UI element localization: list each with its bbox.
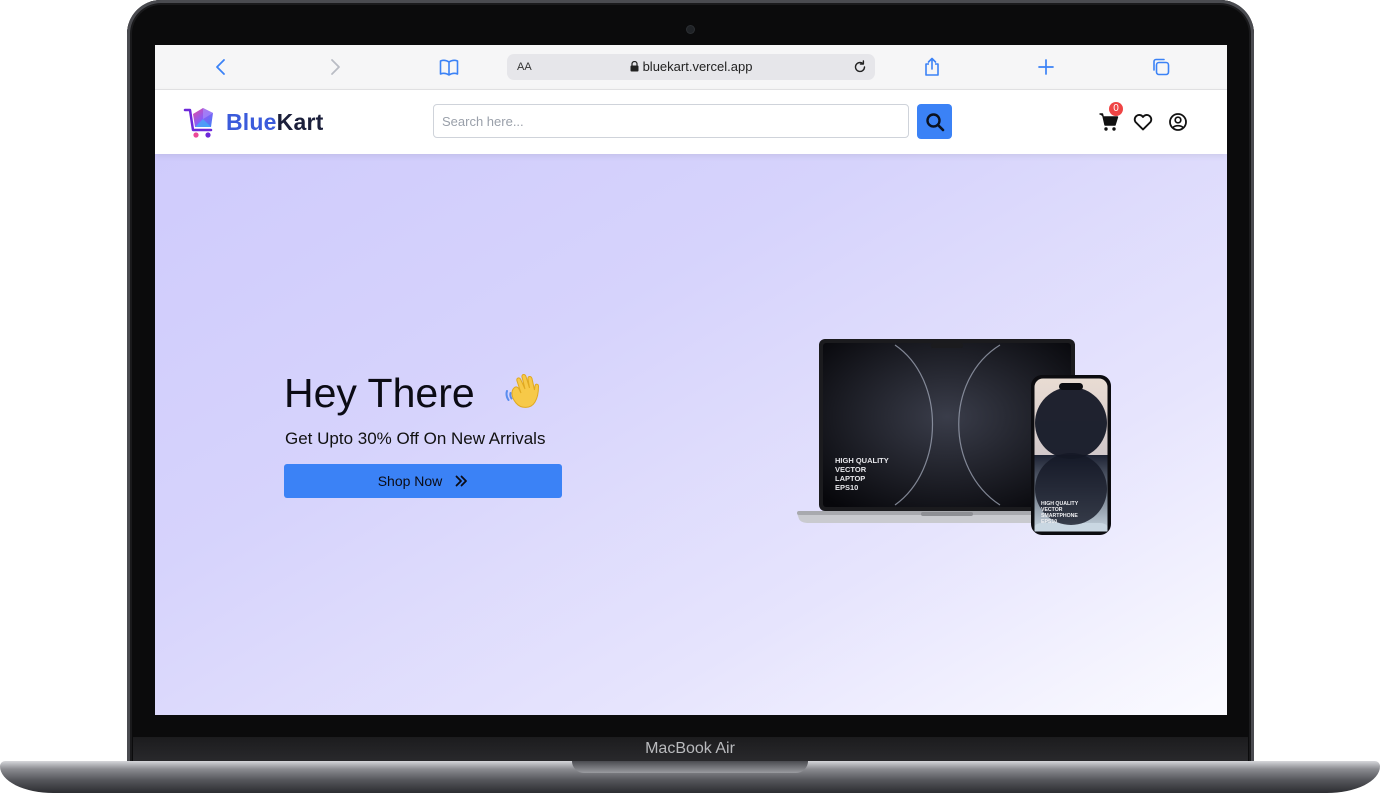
search-icon — [925, 112, 944, 131]
new-tab-icon[interactable] — [1035, 56, 1057, 78]
wishlist-button[interactable] — [1132, 111, 1154, 133]
account-button[interactable] — [1167, 111, 1189, 133]
laptop-screen-text-4: EPS10 — [835, 483, 858, 492]
search-button[interactable] — [917, 104, 952, 139]
shop-now-button[interactable]: Shop Now — [284, 464, 562, 498]
forward-icon[interactable] — [324, 56, 346, 78]
browser-toolbar: AA bluekart.vercel.app — [155, 45, 1227, 90]
cart-button[interactable]: 0 — [1098, 102, 1123, 133]
phone-illustration: HIGH QUALITY VECTOR SMARTPHONE EPS10 — [1031, 375, 1111, 535]
user-icon — [1169, 113, 1187, 131]
logo-cart-icon — [183, 108, 213, 138]
shop-now-label: Shop Now — [377, 473, 443, 489]
address-bar[interactable]: AA bluekart.vercel.app — [507, 54, 875, 80]
hero-subtitle: Get Upto 30% Off On New Arrivals — [285, 429, 546, 448]
camera-icon — [687, 26, 694, 33]
laptop-model-label: MacBook Air — [645, 740, 735, 757]
bookmarks-icon[interactable] — [438, 56, 460, 78]
browser-screen: AA bluekart.vercel.app BlueKart Search h… — [155, 45, 1227, 715]
logo-text-kart: Kart — [276, 108, 324, 135]
search-input[interactable] — [433, 104, 909, 138]
hero-title: Hey There — [284, 370, 475, 416]
back-icon[interactable] — [210, 56, 232, 78]
url-text: bluekart.vercel.app — [642, 59, 753, 74]
laptop-screen-text-2: VECTOR — [835, 465, 867, 474]
heart-icon — [1133, 114, 1153, 131]
phone-screen-text-4: EPS10 — [1041, 519, 1057, 525]
laptop-notch — [572, 761, 808, 773]
tabs-icon[interactable] — [1150, 56, 1172, 78]
double-chevron-right-icon — [454, 474, 468, 488]
waving-hand-icon — [505, 374, 540, 408]
share-icon[interactable] — [921, 56, 943, 78]
lock-icon — [630, 55, 639, 81]
laptop-screen-text-3: LAPTOP — [835, 474, 865, 483]
hero-banner: Hey There Get Upto 30% Off On New Arriva… — [155, 154, 1227, 715]
devices-illustration: HIGH QUALITY VECTOR LAPTOP EPS10 HIGH QU… — [797, 339, 1111, 535]
logo-text-blue: Blue — [226, 108, 277, 135]
site-header: BlueKart 0 — [155, 90, 1227, 154]
laptop-screen-text-1: HIGH QUALITY — [835, 456, 889, 465]
cart-count-badge: 0 — [1109, 102, 1123, 116]
brand-logo[interactable]: BlueKart — [183, 104, 323, 140]
reload-icon[interactable] — [851, 58, 869, 76]
